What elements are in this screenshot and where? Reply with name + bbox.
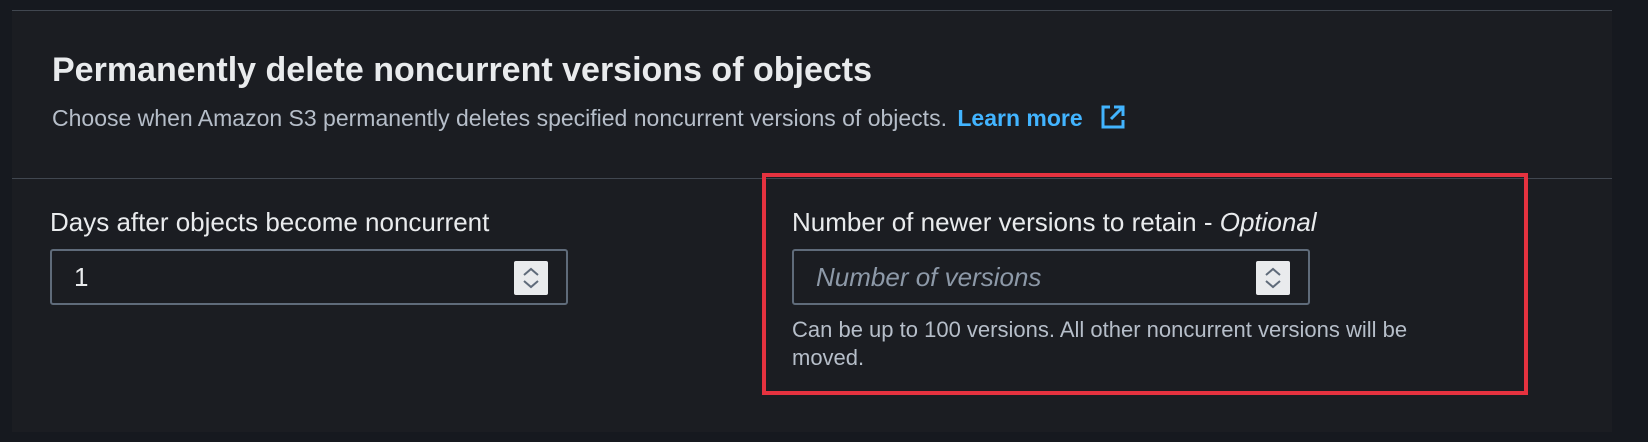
newer-versions-input[interactable]: [794, 251, 1308, 303]
newer-versions-field: [792, 249, 1310, 305]
learn-more-link[interactable]: Learn more: [957, 105, 1127, 131]
newer-versions-label: Number of newer versions to retain - Opt…: [792, 207, 1317, 238]
lifecycle-rule-panel: Permanently delete noncurrent versions o…: [12, 10, 1612, 432]
newer-versions-helper-text: Can be up to 100 versions. All other non…: [792, 317, 1408, 370]
section-title: Permanently delete noncurrent versions o…: [52, 51, 873, 89]
days-noncurrent-input[interactable]: [52, 251, 566, 303]
panel-header: Permanently delete noncurrent versions o…: [12, 11, 1612, 179]
external-link-icon: [1099, 103, 1127, 137]
versions-stepper[interactable]: [1256, 261, 1290, 295]
description-text: Choose when Amazon S3 permanently delete…: [52, 105, 947, 131]
section-description: Choose when Amazon S3 permanently delete…: [52, 103, 1127, 137]
days-noncurrent-field: [50, 249, 568, 305]
days-noncurrent-label: Days after objects become noncurrent: [50, 207, 490, 237]
days-stepper[interactable]: [514, 261, 548, 295]
up-down-chevron-icon: [1265, 267, 1281, 289]
up-down-chevron-icon: [523, 267, 539, 289]
learn-more-label: Learn more: [957, 105, 1083, 131]
newer-versions-label-text: Number of newer versions to retain -: [792, 207, 1220, 237]
optional-label: Optional: [1219, 207, 1317, 237]
